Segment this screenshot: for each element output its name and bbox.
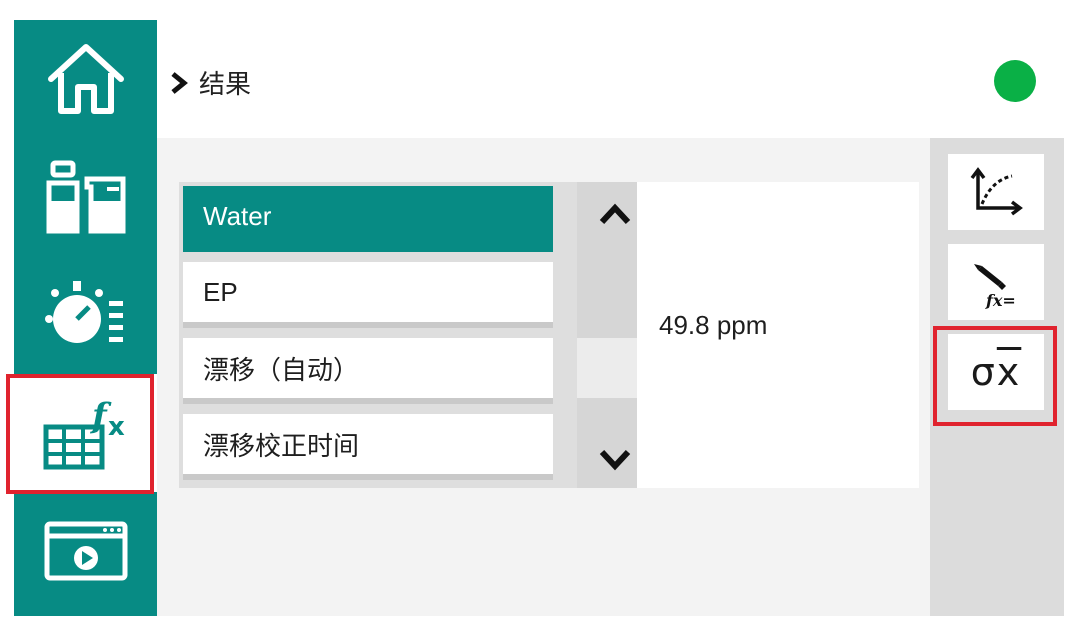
sidebar-item-method[interactable] [14, 256, 157, 374]
chevron-right-icon [171, 71, 188, 94]
status-indicator [994, 60, 1036, 102]
bottles-beaker-icon [46, 160, 125, 234]
results-list: Water EP 漂移（自动） 漂移校正时间 [179, 182, 653, 488]
stopwatch-icon [44, 281, 123, 343]
formula-label: fx= [985, 291, 1016, 310]
list-item-label: 漂移（自动） [203, 354, 360, 385]
list-item-label: EP [203, 276, 238, 307]
sidebar-item-media[interactable] [14, 492, 157, 610]
curve-button[interactable] [948, 154, 1044, 230]
list-item-label: 漂移校正时间 [203, 430, 360, 461]
list-item[interactable]: 漂移校正时间 [183, 414, 553, 480]
highlight-frame-statistics [933, 326, 1057, 426]
result-value: 49.8 ppm [659, 310, 768, 340]
home-icon [47, 44, 124, 114]
list-item[interactable]: Water [183, 186, 553, 252]
list-item[interactable]: EP [183, 262, 553, 328]
list-item[interactable]: 漂移（自动） [183, 338, 553, 404]
video-window-icon [44, 521, 127, 581]
list-item-label: Water [203, 200, 272, 231]
pen-fx-icon: fx= [974, 264, 1016, 310]
breadcrumb: 结果 [169, 64, 251, 101]
result-value-panel: 49.8 ppm [637, 182, 919, 488]
sidebar-item-home[interactable] [14, 20, 157, 138]
curve-chart-icon [970, 167, 1023, 216]
highlight-frame-results [6, 374, 154, 494]
sidebar-nav: f x [14, 20, 157, 616]
chevron-up-icon [599, 203, 631, 225]
sidebar-item-samples[interactable] [14, 138, 157, 256]
page-title: 结果 [199, 69, 252, 99]
formula-button[interactable]: fx= [948, 244, 1044, 320]
chevron-down-icon [599, 449, 631, 471]
results-content: Water EP 漂移（自动） 漂移校正时间 49.8 ppm [157, 138, 930, 616]
header-bar: 结果 [157, 20, 1064, 138]
